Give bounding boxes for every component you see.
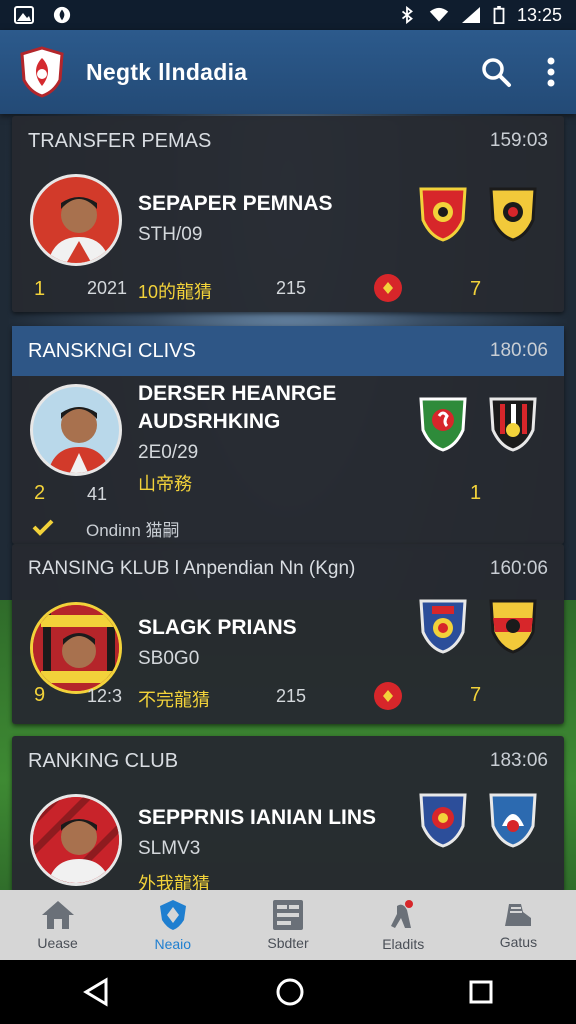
nav-standings[interactable]: Sbdter — [230, 890, 345, 960]
year-value: 2021 — [87, 278, 128, 298]
points-value: 215 — [276, 686, 307, 706]
player-name: DERSER HEANRGE — [138, 382, 337, 405]
status-bar: 13:25 — [0, 0, 576, 30]
nav-label: Eladits — [382, 936, 425, 952]
card-header: TRANSFER PEMAS 159:03 — [12, 116, 564, 166]
rank-number: 9 — [34, 684, 46, 706]
club-crest-icon — [489, 397, 537, 452]
year-value: 41 — [87, 484, 108, 504]
status-time: 13:25 — [516, 4, 562, 25]
player-avatar — [30, 794, 122, 886]
rank-number: 1 — [34, 278, 46, 300]
home-icon — [41, 901, 74, 929]
club-crest-icon — [419, 793, 467, 848]
wifi-icon — [429, 7, 449, 22]
nav-players[interactable]: Eladits — [346, 890, 461, 960]
list-item[interactable]: RANSING KLUB l Anpendian Nn (Kgn) 160:06… — [12, 544, 564, 724]
nav-home[interactable]: Uease — [0, 890, 115, 960]
card-time: 159:03 — [489, 130, 548, 151]
bluetooth-icon — [401, 6, 413, 24]
player-tag: 山帝務 — [138, 474, 192, 494]
player-tag: 10的龍猜 — [138, 282, 213, 302]
club-crest-icon — [489, 599, 537, 654]
card-title: RANSKNGI CLIVS — [28, 339, 196, 362]
player-tag: 不完龍猜 — [138, 690, 210, 710]
card-header: RANSKNGI CLIVS 180:06 — [12, 326, 564, 376]
app-notification-icon — [53, 6, 71, 24]
more-options-icon[interactable] — [546, 57, 556, 87]
recents-icon[interactable] — [468, 979, 494, 1005]
card-header: RANSING KLUB l Anpendian Nn (Kgn) 160:06 — [12, 544, 564, 594]
nav-label: Neaio — [154, 936, 192, 952]
club-crest-icon — [489, 793, 537, 848]
player-name: SEPPRNIS IANIAN LINS — [138, 806, 377, 829]
player-sub: SB0G0 — [138, 648, 200, 669]
player-sub: 2E0/29 — [138, 442, 199, 463]
nav-label: Uease — [37, 935, 78, 951]
list-item[interactable]: RANKING CLUB 183:06 SEPPRNIS IANIAN LINS… — [12, 736, 564, 892]
player-avatar — [30, 602, 122, 694]
player-avatar — [30, 384, 122, 476]
player-name: SEPAPER PEMNAS — [138, 192, 333, 215]
app-logo — [20, 46, 64, 98]
back-icon[interactable] — [82, 977, 112, 1007]
card-time: 160:06 — [489, 558, 548, 579]
card-header: RANKING CLUB 183:06 — [12, 736, 564, 786]
battery-icon — [493, 6, 505, 24]
card-title: RANKING CLUB — [28, 749, 179, 772]
app-bar: Negtk llndadia — [0, 30, 576, 114]
card-title: RANSING KLUB l Anpendian Nn (Kgn) — [28, 558, 356, 579]
fire-badge-icon — [374, 274, 402, 302]
fire-badge-icon — [374, 682, 402, 710]
points-value: 215 — [276, 278, 307, 298]
player-name-line2: AUDSRHKING — [138, 410, 281, 433]
player-avatar — [30, 174, 122, 266]
club-crest-icon — [419, 397, 467, 452]
score-value: 7 — [470, 278, 482, 300]
rank-number: 2 — [34, 482, 46, 504]
club-crest-icon — [419, 187, 467, 242]
image-notification-icon — [14, 6, 34, 24]
year-value: 12:3 — [87, 686, 123, 706]
club-crest-icon — [489, 187, 537, 242]
card-title: TRANSFER PEMAS — [28, 129, 212, 152]
search-icon[interactable] — [480, 56, 512, 88]
nav-news[interactable]: Neaio — [115, 890, 230, 960]
nav-label: Gatus — [499, 934, 538, 950]
club-crest-icon — [419, 599, 467, 654]
player-tag: 外我龍猜 — [138, 874, 210, 892]
nav-games[interactable]: Gatus — [461, 890, 576, 960]
player-name: SLAGK PRIANS — [138, 616, 297, 639]
signal-icon — [461, 7, 480, 23]
app-title: Negtk llndadia — [86, 58, 248, 85]
system-navigation — [0, 960, 576, 1024]
score-value: 7 — [470, 684, 482, 706]
nav-label: Sbdter — [267, 935, 309, 951]
home-circle-icon[interactable] — [275, 977, 305, 1007]
checkmark-icon — [32, 519, 54, 536]
bottom-navigation: Uease Neaio Sbdter Eladits Gatus — [0, 890, 576, 960]
score-value: 1 — [470, 482, 482, 504]
player-sub: SLMV3 — [138, 838, 201, 859]
card-time: 180:06 — [489, 340, 548, 361]
status-text: Ondinn 猫嗣 — [86, 521, 180, 540]
player-icon — [391, 900, 414, 928]
list-item[interactable]: RANSKNGI CLIVS 180:06 DERSER HEANRGE AUD… — [12, 326, 564, 544]
boot-icon — [505, 904, 532, 926]
grid-icon — [273, 900, 303, 930]
player-sub: STH/09 — [138, 224, 203, 245]
list-item[interactable]: TRANSFER PEMAS 159:03 SEPAPER PEMNAS STH… — [12, 116, 564, 312]
shield-icon — [159, 900, 186, 930]
card-time: 183:06 — [489, 750, 548, 771]
